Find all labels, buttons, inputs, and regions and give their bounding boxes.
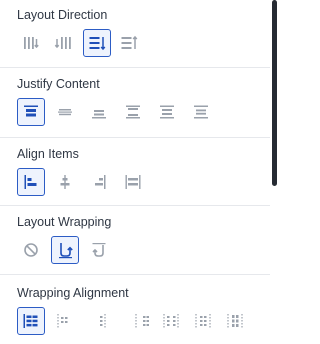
justify-center-button[interactable] <box>51 98 79 126</box>
wrap-align-space-between-button[interactable] <box>129 307 157 335</box>
align-start-button[interactable] <box>17 168 45 196</box>
wrap-button[interactable] <box>51 236 79 264</box>
layout-direction-column-reverse-button[interactable] <box>115 29 143 57</box>
justify-space-between-icon <box>126 105 140 119</box>
justify-space-around-button[interactable] <box>153 98 181 126</box>
wrap-align-center-icon <box>57 314 68 328</box>
wrap-align-stretch-icon <box>227 314 243 328</box>
align-stretch-button[interactable] <box>119 168 147 196</box>
wrap-align-start-icon <box>23 314 38 328</box>
wrap-align-space-evenly-icon <box>195 314 211 328</box>
align-end-button[interactable] <box>85 168 113 196</box>
align-center-icon <box>60 175 70 189</box>
justify-start-button[interactable] <box>17 98 45 126</box>
align-items-label: Align Items <box>17 147 79 161</box>
justify-space-evenly-icon <box>194 105 208 119</box>
row-reverse-icon <box>54 37 71 49</box>
section-divider <box>0 137 270 138</box>
wrap-icon <box>59 243 73 259</box>
wrap-reverse-icon <box>92 243 106 257</box>
wrap-align-end-icon <box>100 314 106 328</box>
scrollbar-thumb[interactable] <box>272 0 277 186</box>
justify-space-around-icon <box>160 105 174 119</box>
wrap-align-space-evenly-button[interactable] <box>189 307 217 335</box>
wrap-align-space-around-icon <box>163 314 179 328</box>
section-divider <box>0 67 270 68</box>
justify-end-button[interactable] <box>85 98 113 126</box>
align-end-icon <box>95 175 106 189</box>
align-start-icon <box>24 175 37 189</box>
layout-wrapping-label: Layout Wrapping <box>17 215 112 229</box>
justify-content-label: Justify Content <box>17 77 100 91</box>
layout-direction-row-button[interactable] <box>17 29 45 57</box>
section-divider <box>0 274 270 275</box>
justify-center-icon <box>58 109 72 116</box>
wrap-align-stretch-button[interactable] <box>221 307 249 335</box>
align-center-button[interactable] <box>51 168 79 196</box>
section-divider <box>0 205 270 206</box>
wrapping-alignment-label: Wrapping Alignment <box>17 286 129 300</box>
justify-end-icon <box>92 110 106 119</box>
wrap-align-center-button[interactable] <box>51 307 79 335</box>
row-icon <box>24 37 39 49</box>
justify-start-icon <box>24 105 38 117</box>
wrap-align-space-between-icon <box>135 314 149 328</box>
no-wrap-button[interactable] <box>17 236 45 264</box>
layout-direction-column-button[interactable] <box>83 29 111 57</box>
justify-space-between-button[interactable] <box>119 98 147 126</box>
vertical-scrollbar[interactable] <box>270 0 280 344</box>
align-stretch-icon <box>125 175 141 189</box>
wrap-reverse-button[interactable] <box>85 236 113 264</box>
layout-direction-row-reverse-button[interactable] <box>49 29 77 57</box>
flex-layout-panel: Layout Direction Justify Content Align I… <box>0 0 270 344</box>
column-reverse-icon <box>121 35 138 49</box>
wrap-align-start-button[interactable] <box>17 307 45 335</box>
column-icon <box>89 37 106 51</box>
layout-direction-label: Layout Direction <box>17 8 108 22</box>
wrap-align-end-button[interactable] <box>85 307 113 335</box>
no-wrap-icon <box>24 243 38 257</box>
justify-space-evenly-button[interactable] <box>187 98 215 126</box>
wrap-align-space-around-button[interactable] <box>157 307 185 335</box>
